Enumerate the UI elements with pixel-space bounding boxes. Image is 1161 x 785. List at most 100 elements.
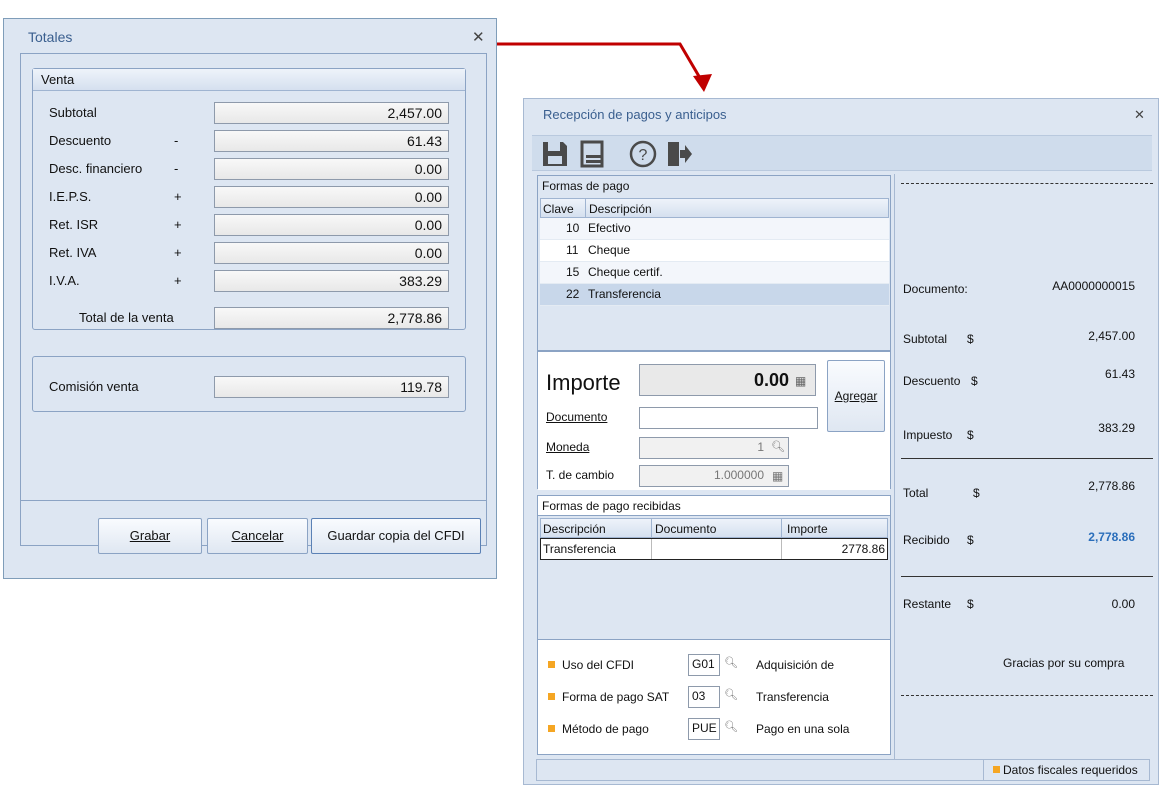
list-item[interactable]: 11 Cheque (540, 240, 889, 262)
desc-financiero-field: 0.00 (214, 158, 449, 180)
documento-label: Documento (546, 410, 608, 424)
ret-iva-field: 0.00 (214, 242, 449, 264)
grabar-button-label: Grabar (129, 528, 171, 543)
total-venta-field: 2,778.86 (214, 307, 449, 329)
receipt-dash-top (901, 183, 1153, 184)
lookup-icon[interactable]: 🔍︎ (771, 440, 785, 453)
receipt-currency: $ (973, 486, 980, 500)
descripcion-cell: Transferencia (588, 287, 661, 301)
ieps-label: I.E.P.S. (49, 189, 92, 204)
desc-financiero-label: Desc. financiero (49, 161, 143, 176)
receipt-total-label: Total (903, 486, 929, 500)
tipo-cambio-input[interactable]: 1.000000 (639, 465, 789, 487)
receipt-currency: $ (971, 374, 978, 388)
receipt-restante-label: Restante (903, 597, 952, 611)
metodo-pago-label: Método de pago (548, 722, 649, 736)
receipt-impuesto-value: 383.29 (1098, 421, 1135, 435)
recepcion-dialog: Recepción de pagos y anticipos ✕ ? Forma… (523, 98, 1159, 785)
receipt-currency: $ (967, 332, 974, 346)
metodo-pago-code: PUE (692, 721, 717, 735)
calculator-icon[interactable]: ▦ (772, 469, 783, 483)
receipt-recibido-value: 2,778.86 (1088, 530, 1135, 544)
agregar-button[interactable]: Agregar (827, 360, 885, 432)
table-row[interactable]: Transferencia 2778.86 (540, 538, 888, 560)
save-icon[interactable] (540, 139, 570, 169)
recepcion-title: Recepción de pagos y anticipos (543, 107, 727, 122)
calculator-icon[interactable]: ▦ (795, 374, 806, 388)
list-item[interactable]: 10 Efectivo (540, 218, 889, 240)
descripcion-cell: Cheque (588, 243, 631, 257)
help-icon[interactable]: ? (628, 139, 658, 169)
totales-body: Venta Subtotal 2,457.00 Descuento - 61.4… (20, 53, 487, 546)
forma-pago-sat-label: Forma de pago SAT (548, 690, 669, 704)
required-marker (548, 693, 555, 700)
ret-iva-label: Ret. IVA (49, 245, 97, 260)
col-divider (781, 539, 782, 559)
lookup-icon[interactable]: 🔍︎ (724, 656, 738, 669)
cancelar-button-label: Cancelar (231, 528, 284, 543)
uso-cfdi-label: Uso del CFDI (548, 658, 634, 672)
receipt-subtotal-value: 2,457.00 (1088, 329, 1135, 343)
receipt-recibido-label: Recibido (903, 533, 950, 547)
clave-cell: 11 (566, 243, 579, 257)
col-descripcion: Descripción (543, 522, 606, 536)
receipt-descuento-label: Descuento (903, 374, 961, 388)
forma-pago-sat-code: 03 (692, 689, 706, 703)
ret-isr-sign: + (174, 217, 182, 232)
importe-value: 0.00 (753, 370, 789, 390)
receipt-currency: $ (967, 428, 974, 442)
required-marker (548, 725, 555, 732)
guardar-cfdi-button[interactable]: Guardar copia del CFDI (311, 518, 481, 554)
importe-cell: 2778.86 (841, 542, 885, 556)
exit-icon[interactable] (664, 139, 694, 169)
status-bar: Datos fiscales requeridos (536, 759, 1150, 781)
col-documento: Documento (655, 522, 717, 536)
clave-cell: 10 (566, 221, 580, 235)
cancelar-button[interactable]: Cancelar (207, 518, 308, 554)
importe-section: Importe 0.00 ▦ Agregar Documento Moneda … (538, 350, 890, 490)
documento-input[interactable] (639, 407, 818, 429)
svg-text:?: ? (639, 147, 648, 164)
col-divider (781, 519, 782, 537)
receipt-documento-label: Documento: (903, 282, 968, 296)
forma-pago-sat-input[interactable]: 03 (688, 686, 720, 708)
receipt-restante-value: 0.00 (1111, 597, 1135, 611)
moneda-value: 1 (757, 440, 764, 454)
comision-group: Comisión venta 119.78 (32, 356, 466, 412)
comision-field: 119.78 (214, 376, 449, 398)
ieps-sign: + (174, 189, 182, 204)
recibidas-grid-header: Descripción Documento Importe (540, 518, 888, 538)
col-divider (651, 519, 652, 537)
receipt-divider (901, 458, 1153, 459)
receipt-divider (901, 576, 1153, 577)
descuento-sign: - (174, 133, 179, 148)
datos-fiscales-panel: Uso del CFDI G01 🔍︎ Adquisición de Forma… (537, 639, 891, 755)
uso-cfdi-input[interactable]: G01 (688, 654, 720, 676)
importe-label: Importe (546, 370, 621, 395)
receipt-currency: $ (967, 597, 974, 611)
receipt-descuento-value: 61.43 (1104, 367, 1135, 381)
ieps-field: 0.00 (214, 186, 449, 208)
forma-pago-sat-text: Forma de pago SAT (562, 690, 670, 704)
moneda-label: Moneda (546, 440, 590, 454)
moneda-input[interactable]: 1 (639, 437, 789, 459)
list-item[interactable]: 15 Cheque certif. (540, 262, 889, 284)
iva-label: I.V.A. (49, 273, 80, 288)
close-icon[interactable]: ✕ (1134, 107, 1145, 123)
print-icon[interactable] (578, 139, 608, 169)
lookup-icon[interactable]: 🔍︎ (724, 688, 738, 701)
uso-cfdi-desc: Adquisición de (756, 658, 835, 672)
grabar-button[interactable]: Grabar (98, 518, 202, 554)
required-marker (993, 766, 1000, 773)
formas-pago-panel: Formas de pago Clave Descripción 10 Efec… (537, 175, 891, 490)
clave-cell: 15 (566, 265, 580, 279)
metodo-pago-text: Método de pago (562, 722, 649, 736)
importe-input[interactable]: 0.00 (639, 364, 816, 396)
toolbar: ? (532, 135, 1152, 171)
guardar-cfdi-button-label: Guardar copia del CFDI (327, 528, 465, 543)
metodo-pago-input[interactable]: PUE (688, 718, 720, 740)
list-item-selected[interactable]: 22 Transferencia (540, 284, 889, 306)
descripcion-cell: Cheque certif. (588, 265, 663, 279)
agregar-button-label: Agregar (834, 389, 878, 403)
lookup-icon[interactable]: 🔍︎ (724, 720, 738, 733)
